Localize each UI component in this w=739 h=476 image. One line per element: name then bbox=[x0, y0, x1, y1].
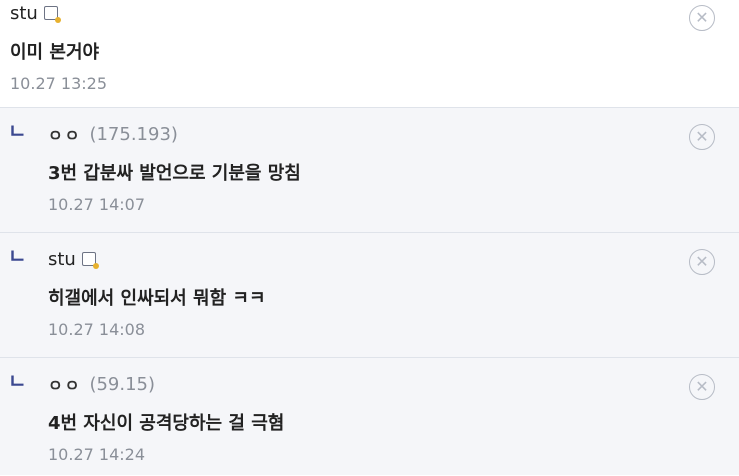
comment-list: stu 이미 본거야 10.27 13:25 ✕ ㄴ ㅇㅇ (175.193) … bbox=[0, 0, 739, 475]
author-name[interactable]: stu bbox=[10, 3, 38, 24]
close-icon: ✕ bbox=[695, 8, 709, 27]
reply-arrow-icon: ㄴ bbox=[8, 369, 27, 393]
author-name[interactable]: ㅇㅇ bbox=[48, 372, 81, 396]
close-icon: ✕ bbox=[695, 127, 709, 146]
reply-arrow-icon: ㄴ bbox=[8, 119, 27, 143]
comment-text: 4번 자신이 공격당하는 걸 극혐 bbox=[48, 413, 285, 434]
delete-comment-button[interactable]: ✕ bbox=[689, 5, 715, 31]
comment-text: 이미 본거야 bbox=[10, 42, 100, 63]
comment-time: 10.27 14:24 bbox=[48, 445, 145, 464]
comment-author[interactable]: ㅇㅇ (59.15) bbox=[48, 358, 739, 397]
comment-time: 10.27 14:08 bbox=[48, 320, 145, 339]
delete-comment-button[interactable]: ✕ bbox=[689, 124, 715, 150]
comment-author[interactable]: ㅇㅇ (175.193) bbox=[48, 108, 739, 147]
author-ip: (59.15) bbox=[89, 373, 156, 395]
close-icon: ✕ bbox=[695, 252, 709, 271]
memo-icon bbox=[43, 6, 61, 23]
delete-comment-button[interactable]: ✕ bbox=[689, 374, 715, 400]
close-icon: ✕ bbox=[695, 377, 709, 396]
comment-text: 히갤에서 인싸되서 뭐함 ㅋㅋ bbox=[48, 288, 266, 309]
comment-time: 10.27 13:25 bbox=[10, 74, 107, 93]
comment-text: 3번 갑분싸 발언으로 기분을 망침 bbox=[48, 163, 301, 184]
author-name[interactable]: ㅇㅇ bbox=[48, 122, 81, 146]
comment-item: stu 이미 본거야 10.27 13:25 ✕ bbox=[0, 0, 739, 108]
reply-item: ㄴ stu 히갤에서 인싸되서 뭐함 ㅋㅋ 10.27 14:08 ✕ bbox=[0, 233, 739, 358]
reply-item: ㄴ ㅇㅇ (175.193) 3번 갑분싸 발언으로 기분을 망침 10.27 … bbox=[0, 108, 739, 233]
author-name[interactable]: stu bbox=[48, 249, 76, 270]
memo-icon bbox=[81, 252, 99, 269]
delete-comment-button[interactable]: ✕ bbox=[689, 249, 715, 275]
author-ip: (175.193) bbox=[89, 123, 178, 145]
reply-item: ㄴ ㅇㅇ (59.15) 4번 자신이 공격당하는 걸 극혐 10.27 14:… bbox=[0, 358, 739, 475]
comment-author[interactable]: stu bbox=[48, 233, 739, 272]
comment-time: 10.27 14:07 bbox=[48, 195, 145, 214]
comment-author[interactable]: stu bbox=[10, 0, 739, 26]
reply-arrow-icon: ㄴ bbox=[8, 244, 27, 268]
